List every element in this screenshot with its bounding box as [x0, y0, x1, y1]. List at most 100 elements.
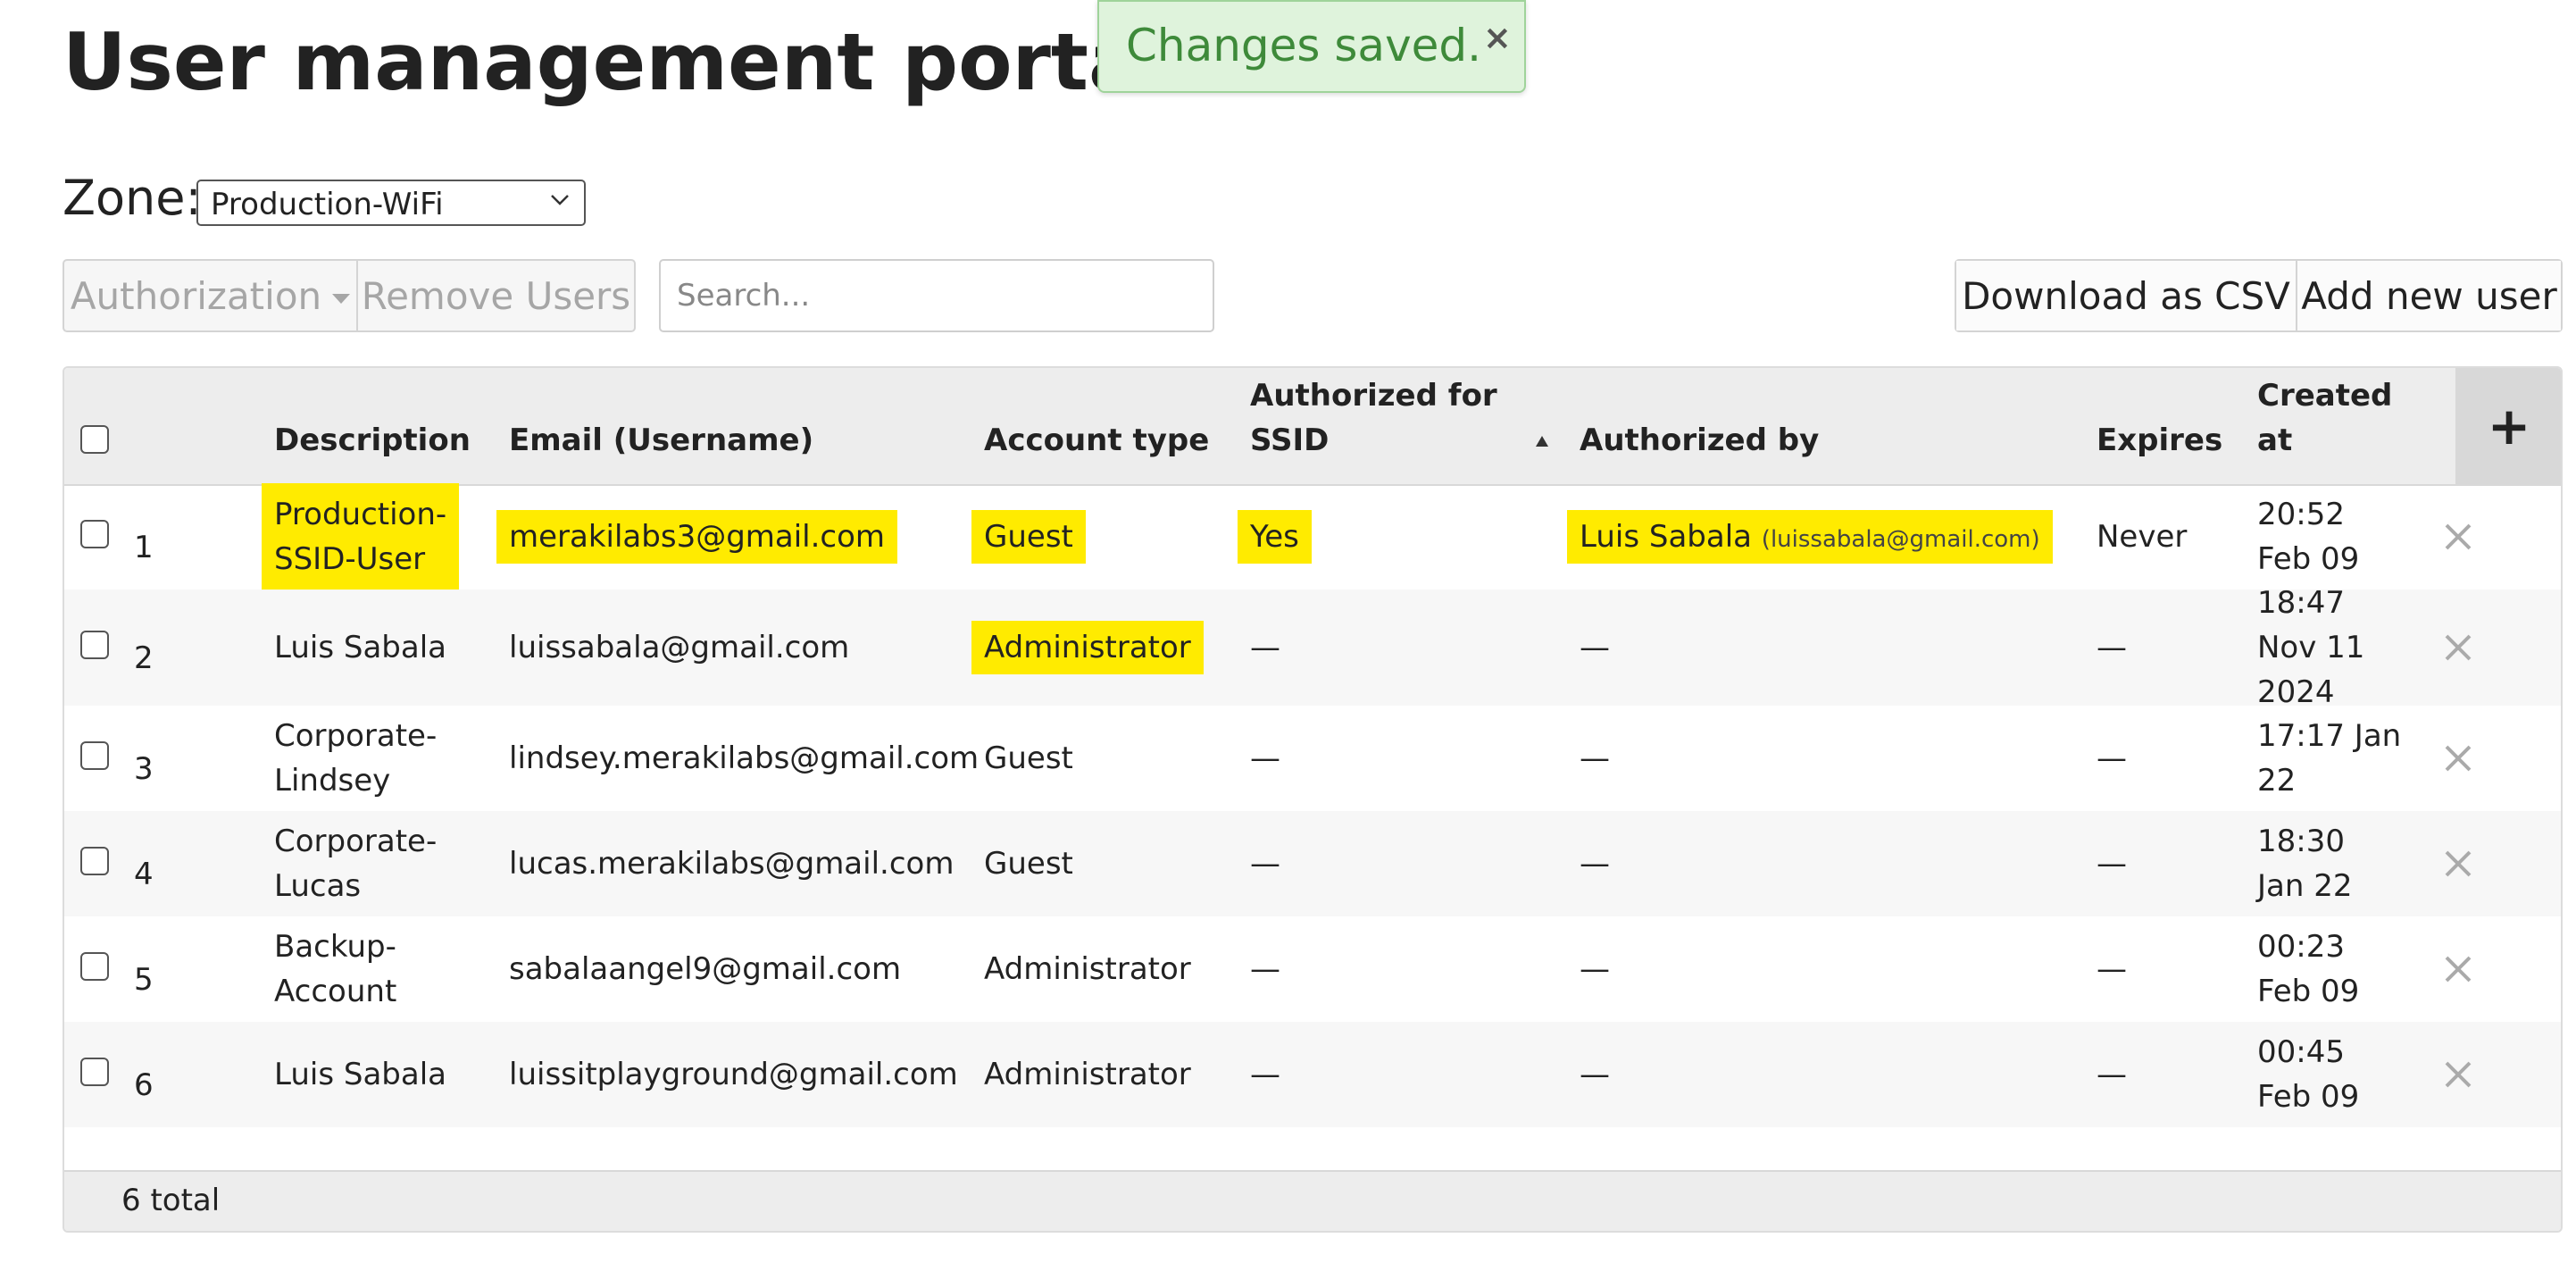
row-authorized-by: —	[1580, 1052, 1610, 1097]
row-authorized-ssid-text: —	[1250, 846, 1280, 882]
table-footer: 6 total	[64, 1170, 2561, 1231]
search-input[interactable]	[659, 259, 1214, 332]
col-created-line2: at	[2257, 422, 2293, 458]
row-expires: —	[2097, 740, 2127, 776]
row-created-at: 00:23 Feb 09	[2257, 924, 2359, 1014]
row-account-type: Guest	[984, 736, 1073, 781]
row-authorized-by-text: —	[1580, 846, 1610, 882]
row-authorized-by-name: Luis Sabala	[1580, 519, 1752, 555]
row-email: merakilabs3@gmail.com	[496, 510, 898, 564]
table-row[interactable]: 1 Production- SSID-User merakilabs3@gmai…	[64, 483, 2561, 590]
chevron-down-icon	[551, 195, 569, 205]
row-checkbox[interactable]	[80, 952, 109, 981]
row-description-text: Luis Sabala	[274, 625, 446, 670]
col-account-type[interactable]: Account type	[984, 418, 1209, 463]
row-description-line2: Account	[274, 974, 397, 1009]
col-description[interactable]: Description	[274, 418, 471, 463]
row-authorized-by-name: —	[1580, 740, 1610, 776]
row-checkbox[interactable]	[80, 847, 109, 875]
row-authorized-by: Luis Sabala (luissabala@gmail.com)	[1567, 510, 2053, 564]
success-toast: Changes saved. ×	[1097, 0, 1526, 93]
row-email: luissabala@gmail.com	[509, 625, 849, 670]
download-csv-button[interactable]: Download as CSV	[1956, 261, 2296, 330]
table-row[interactable]: 6 Luis Sabala luissitplayground@gmail.co…	[64, 1022, 2561, 1127]
row-authorized-by-name: —	[1580, 951, 1610, 987]
row-number: 5	[134, 962, 154, 998]
row-created-line2: 22	[2257, 763, 2297, 799]
row-authorized-by-text: Luis Sabala (luissabala@gmail.com)	[1567, 510, 2053, 564]
delete-x-icon[interactable]	[2443, 632, 2473, 663]
zone-select-value: Production-WiFi	[211, 187, 444, 222]
close-icon[interactable]: ×	[1483, 18, 1512, 57]
row-description-text: Corporate- Lindsey	[274, 714, 437, 803]
sort-asc-icon	[1536, 436, 1548, 447]
row-description-line1: Corporate-	[274, 718, 438, 754]
remove-users-button[interactable]: Remove Users	[355, 261, 634, 330]
row-account-type-text: Administrator	[984, 1057, 1191, 1092]
row-number: 6	[134, 1067, 154, 1103]
add-column-button[interactable]: +	[2455, 368, 2561, 484]
row-description: Backup- Account	[274, 924, 396, 1014]
row-authorized-ssid-text: —	[1250, 1057, 1280, 1092]
row-expires: —	[2097, 846, 2127, 882]
row-created-line2: Jan 22	[2257, 868, 2353, 904]
delete-x-icon[interactable]	[2443, 522, 2473, 552]
row-description-line1: Luis Sabala	[274, 630, 446, 665]
row-checkbox[interactable]	[80, 1058, 109, 1086]
col-authorized-ssid[interactable]: Authorized for SSID	[1250, 373, 1497, 463]
authorization-label: Authorization	[70, 273, 322, 318]
row-authorized-ssid-text: —	[1250, 630, 1280, 665]
row-description-text: Corporate- Lucas	[274, 819, 437, 908]
row-email-text: lindsey.merakilabs@gmail.com	[509, 740, 980, 776]
row-authorized-by-text: —	[1580, 951, 1610, 987]
row-created-line1: 18:47	[2257, 585, 2345, 621]
bulk-actions-group: Authorization Remove Users	[63, 259, 636, 332]
row-number: 1	[134, 530, 154, 565]
col-email[interactable]: Email (Username)	[509, 418, 813, 463]
page-title: User management portal	[63, 16, 1169, 108]
delete-x-icon[interactable]	[2443, 954, 2473, 984]
row-account-type: Administrator	[971, 621, 1204, 674]
row-description: Luis Sabala	[274, 1052, 446, 1097]
add-new-user-button[interactable]: Add new user	[2296, 261, 2561, 330]
row-expires: —	[2097, 951, 2127, 987]
row-authorized-ssid-text: Yes	[1238, 510, 1312, 564]
delete-x-icon[interactable]	[2443, 743, 2473, 774]
col-created-at[interactable]: Created at	[2257, 373, 2392, 463]
row-account-type-text: Guest	[971, 510, 1086, 564]
table-row[interactable]: 5 Backup- Account sabalaangel9@gmail.com…	[64, 916, 2561, 1022]
row-description: Production- SSID-User	[262, 483, 460, 590]
zone-select[interactable]: Production-WiFi	[196, 180, 586, 226]
row-description: Corporate- Lucas	[274, 819, 437, 908]
row-number: 3	[134, 751, 154, 787]
row-number: 4	[134, 857, 154, 892]
row-authorized-ssid: —	[1250, 625, 1280, 670]
row-account-type-text: Administrator	[984, 951, 1191, 987]
row-email-text: sabalaangel9@gmail.com	[509, 951, 902, 987]
row-checkbox[interactable]	[80, 741, 109, 770]
table-row[interactable]: 2 Luis Sabala luissabala@gmail.com Admini…	[64, 585, 2561, 710]
row-account-type: Guest	[984, 841, 1073, 886]
row-checkbox[interactable]	[80, 520, 109, 548]
delete-x-icon[interactable]	[2443, 1059, 2473, 1090]
table-row[interactable]: 4 Corporate- Lucas lucas.merakilabs@gmai…	[64, 811, 2561, 916]
row-created-line2: Feb 09	[2257, 541, 2360, 577]
row-email: luissitplayground@gmail.com	[509, 1052, 958, 1097]
delete-x-icon[interactable]	[2443, 849, 2473, 879]
row-authorized-by: —	[1580, 625, 1610, 670]
row-account-type-text: Guest	[984, 846, 1073, 882]
total-count: 6 total	[121, 1183, 221, 1218]
row-authorized-by-text: —	[1580, 740, 1610, 776]
row-account-type: Guest	[971, 510, 1086, 564]
row-email-text: luissabala@gmail.com	[509, 630, 850, 665]
select-all-checkbox[interactable]	[80, 425, 109, 454]
authorization-dropdown-button[interactable]: Authorization	[64, 261, 356, 330]
row-expires: Never	[2097, 519, 2188, 555]
row-checkbox[interactable]	[80, 631, 109, 659]
col-authorized-by[interactable]: Authorized by	[1580, 418, 1819, 463]
col-expires[interactable]: Expires	[2097, 418, 2222, 463]
row-created-line1: 18:30	[2257, 824, 2345, 859]
row-description-line1: Corporate-	[274, 824, 438, 859]
row-account-type-text: Guest	[984, 740, 1073, 776]
table-row[interactable]: 3 Corporate- Lindsey lindsey.merakilabs@…	[64, 706, 2561, 811]
